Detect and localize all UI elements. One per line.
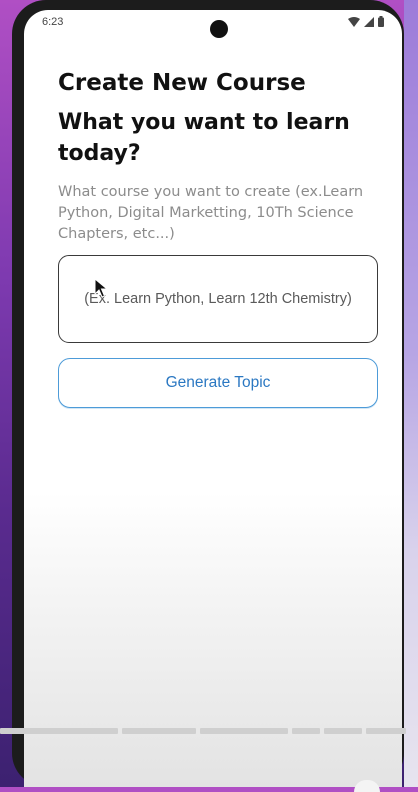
page-subtitle: What you want to learn today? (58, 110, 350, 166)
generate-topic-button[interactable]: Generate Topic (58, 358, 378, 408)
status-bar: 6:23 (24, 10, 402, 38)
background-window (404, 0, 418, 787)
video-progress-bar (0, 728, 418, 740)
phone-frame: 6:23 Create New Course What you want to … (12, 0, 404, 787)
progress-segment (122, 728, 196, 734)
progress-segment (200, 728, 288, 734)
course-hint-text: What course you want to create (ex.Learn… (58, 184, 364, 242)
wifi-icon (348, 16, 360, 27)
page-title: Create New Course (58, 70, 306, 96)
battery-icon (378, 16, 384, 27)
front-camera (210, 20, 228, 38)
app-screen: 6:23 Create New Course What you want to … (24, 10, 402, 787)
progress-segment (292, 728, 320, 734)
progress-segment (324, 728, 362, 734)
signal-icon (364, 16, 374, 27)
status-icons (348, 16, 384, 27)
progress-segment (366, 728, 406, 734)
progress-segment (0, 728, 118, 734)
status-time: 6:23 (42, 16, 64, 28)
mouse-cursor-icon (94, 278, 108, 298)
course-topic-input[interactable] (58, 255, 378, 343)
